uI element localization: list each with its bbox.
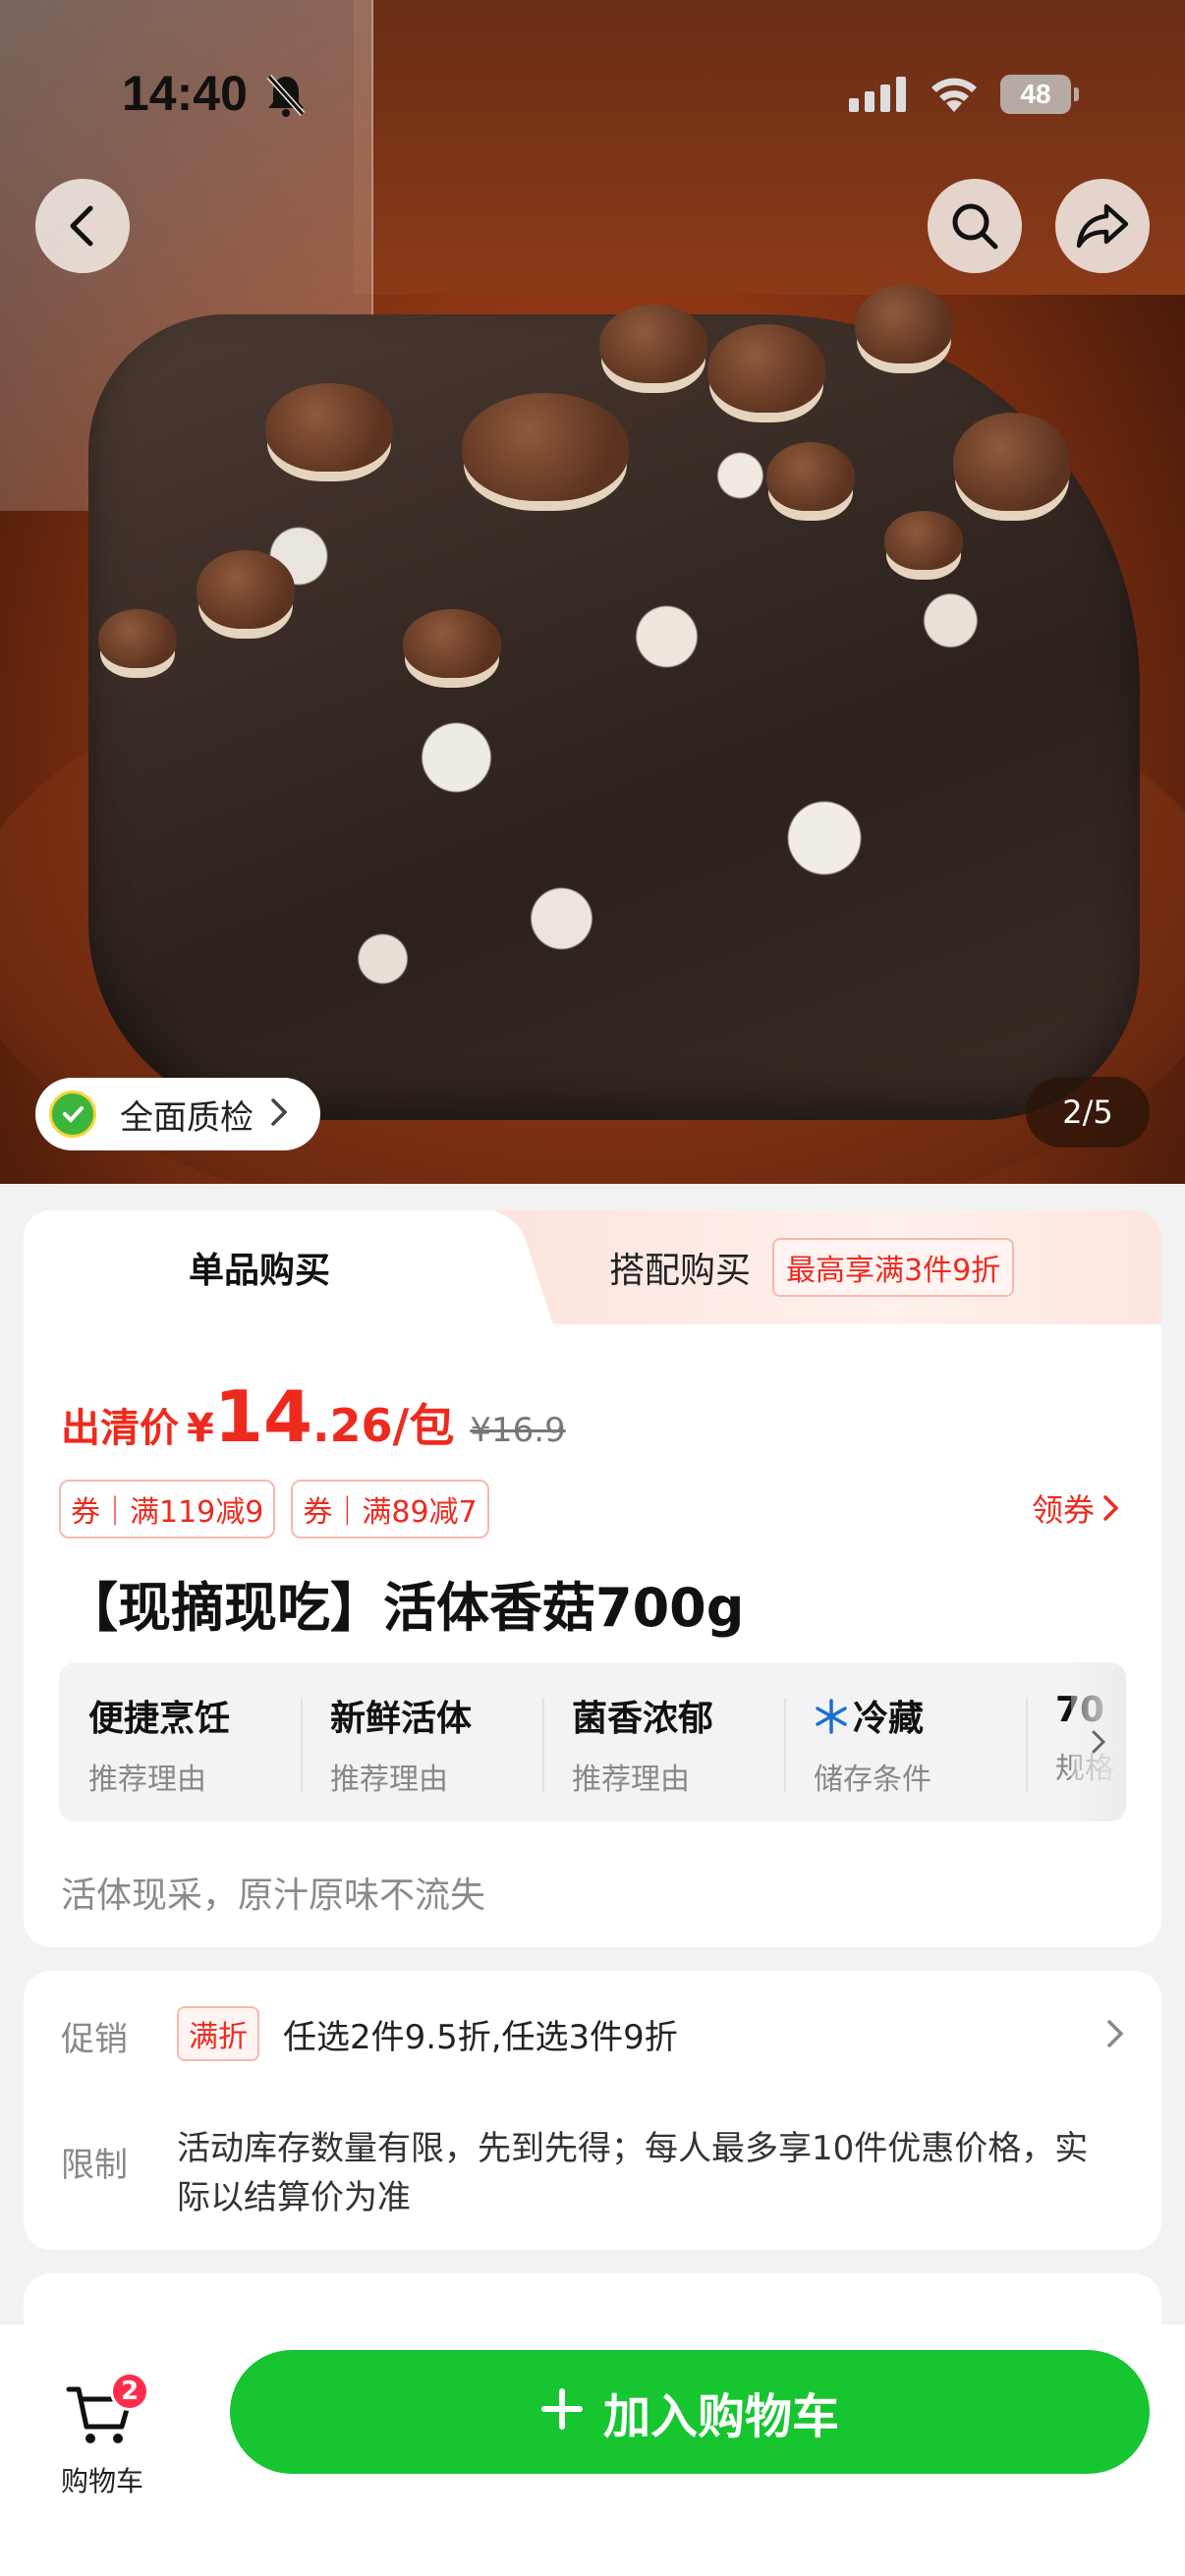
get-coupon-label: 领券 [1031,1491,1095,1529]
promotion-card[interactable]: 促销 满折 任选2件9.5折,任选3件9折 限制 活动库存数量有限，先到先得；每… [24,1971,1161,2250]
product-image-carousel[interactable]: 14:40 48 全面质检 2/5 [0,0,1185,1184]
mushroom-cap [98,609,177,668]
mushroom-cap [855,285,953,364]
cart-count-badge: 2 [110,2372,149,2411]
price-prefix: 出清价 [61,1406,179,1451]
cart-label: 购物车 [60,2465,143,2497]
image-counter: 2/5 [1026,1077,1150,1148]
tab-bundle-purchase[interactable]: 搭配购买 最高享满3件9折 [609,1238,1015,1297]
mushroom-cap [462,393,629,501]
bottom-action-bar: 2 购物车 加入购物车 [0,2324,1185,2576]
limit-label: 限制 [61,2146,128,2185]
mushroom-cap [265,383,393,472]
chevron-right-icon [269,1096,289,1132]
coupon-tag[interactable]: 券｜满119减9 [59,1480,276,1539]
mushroom-cap [707,324,825,413]
background-wall [354,0,1185,295]
coupon-tag[interactable]: 券｜满89减7 [291,1480,489,1539]
quality-badge-icon [49,1091,96,1138]
feature-title: 菌香浓郁 [572,1699,714,1739]
promotion-label: 促销 [61,2020,128,2059]
price-currency: ¥ [187,1406,214,1451]
back-arrow-icon [70,205,93,247]
product-title: 【现摘现吃】活体香菇700g [65,1577,745,1639]
search-icon [952,203,998,250]
chevron-right-icon[interactable] [1104,2018,1126,2053]
feature-item: 冷藏 储存条件 [784,1662,1026,1821]
original-price: ¥16.9 [470,1411,566,1450]
snowflake-icon [816,1699,847,1734]
tab-bundle-label: 搭配购买 [609,1251,752,1291]
price-integer: 14 [213,1375,313,1458]
add-to-cart-button[interactable]: 加入购物车 [230,2350,1150,2474]
quality-check-label: 全面质检 [120,1097,254,1138]
price-unit: /包 [392,1399,455,1452]
tab-single-purchase[interactable]: 单品购买 [24,1210,495,1324]
chevron-right-icon [1092,1730,1106,1754]
mushroom-cap [197,550,295,629]
product-info-card: 单品购买 搭配购买 最高享满3件9折 出清价 ¥ 14 .26 /包 ¥16.9… [24,1210,1161,1947]
promotion-tag: 满折 [177,2006,259,2061]
purchase-tabs: 单品购买 搭配购买 最高享满3件9折 [24,1210,1161,1324]
search-button[interactable] [928,179,1022,273]
quality-check-pill[interactable]: 全面质检 [35,1078,320,1150]
add-to-cart-label: 加入购物车 [602,2389,839,2444]
bundle-discount-badge: 最高享满3件9折 [772,1238,1015,1297]
get-coupon-link[interactable]: 领券 [1032,1485,1122,1531]
chevron-right-icon [1103,1495,1119,1521]
mushroom-cap [953,413,1071,511]
feature-item: 菌香浓郁 推荐理由 [542,1662,784,1821]
feature-item: 新鲜活体 推荐理由 [301,1662,542,1821]
feature-scroller[interactable]: 便捷烹饪 推荐理由 新鲜活体 推荐理由 菌香浓郁 推荐理由 冷藏 储存条件 [59,1662,1126,1821]
mushroom-cap [884,511,963,570]
cart-button[interactable]: 2 购物车 [55,2372,149,2507]
promotion-text: 任选2件9.5折,任选3件9折 [283,2018,678,2057]
mushroom-cap [599,305,707,383]
coupon-list: 券｜满119减9 券｜满89减7 [59,1480,505,1539]
limit-text: 活动库存数量有限，先到先得；每人最多享10件优惠价格，实际以结算价为准 [177,2129,1089,2217]
feature-item: 便捷烹饪 推荐理由 [59,1662,301,1821]
price-decimal: .26 [312,1399,393,1452]
price-row: 出清价 ¥ 14 .26 /包 ¥16.9 [61,1375,566,1458]
mushroom-cap [403,609,501,678]
product-subtitle: 活体现采，原汁原味不流失 [61,1876,486,1916]
feature-subtitle: 推荐理由 [88,1763,206,1797]
feature-title: 便捷烹饪 [88,1699,231,1739]
plus-icon [540,2380,584,2444]
feature-title: 新鲜活体 [330,1699,473,1739]
mushroom-cap [766,442,855,511]
feature-subtitle: 储存条件 [814,1763,931,1797]
share-button[interactable] [1055,179,1150,273]
feature-scroll-more[interactable] [1071,1662,1126,1821]
back-button[interactable] [35,179,130,273]
feature-subtitle: 推荐理由 [330,1763,448,1797]
feature-subtitle: 推荐理由 [572,1763,690,1797]
tab-single-label: 单品购买 [188,1251,330,1291]
feature-title-text: 冷藏 [853,1699,925,1739]
share-icon [1076,203,1129,249]
feature-title: 冷藏 [814,1690,1026,1741]
